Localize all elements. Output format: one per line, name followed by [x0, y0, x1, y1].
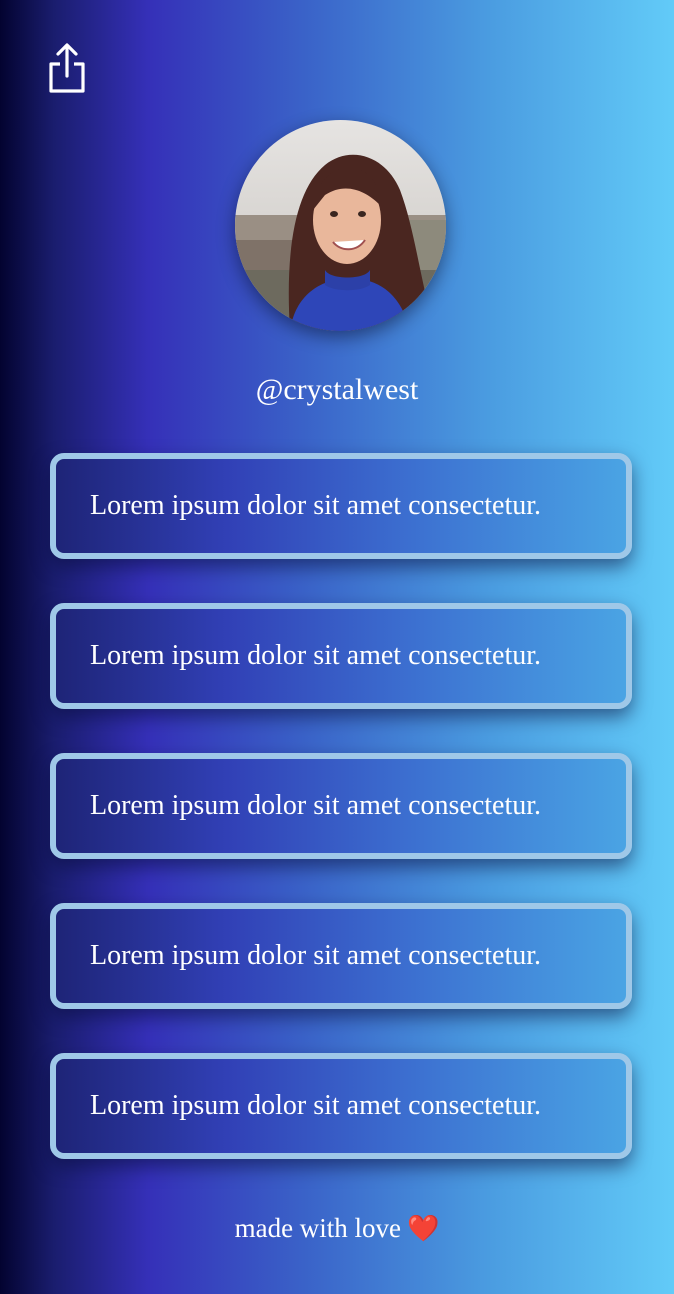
link-label: Lorem ipsum dolor sit amet consectetur.	[90, 490, 542, 521]
link-label: Lorem ipsum dolor sit amet consectetur.	[90, 1090, 542, 1121]
link-label: Lorem ipsum dolor sit amet consectetur.	[90, 790, 542, 821]
share-icon	[49, 43, 85, 93]
link-list: Lorem ipsum dolor sit amet consectetur. …	[50, 453, 632, 1203]
footer: made with love ❤️	[0, 1208, 674, 1249]
link-button[interactable]: Lorem ipsum dolor sit amet consectetur.	[50, 753, 632, 859]
link-label: Lorem ipsum dolor sit amet consectetur.	[90, 640, 542, 671]
link-button[interactable]: Lorem ipsum dolor sit amet consectetur.	[50, 903, 632, 1009]
link-button[interactable]: Lorem ipsum dolor sit amet consectetur.	[50, 453, 632, 559]
username: @crystalwest	[255, 373, 419, 406]
avatar	[235, 120, 446, 331]
share-button[interactable]	[46, 42, 88, 94]
footer-text: made with love	[234, 1213, 402, 1243]
link-label: Lorem ipsum dolor sit amet consectetur.	[90, 940, 542, 971]
heart-icon: ❤️	[407, 1214, 440, 1244]
link-button[interactable]: Lorem ipsum dolor sit amet consectetur.	[50, 1053, 632, 1159]
link-button[interactable]: Lorem ipsum dolor sit amet consectetur.	[50, 603, 632, 709]
avatar-photo	[235, 120, 446, 331]
